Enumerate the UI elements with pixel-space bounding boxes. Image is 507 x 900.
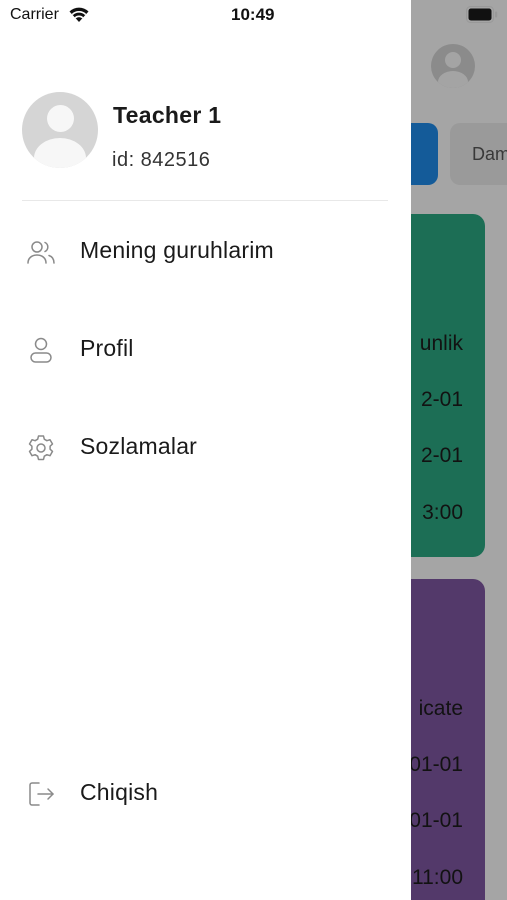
logout-icon: [29, 782, 54, 806]
logout-label: Chiqish: [80, 779, 159, 805]
user-icon: [30, 337, 52, 363]
battery-icon: [466, 6, 498, 23]
users-icon: [27, 241, 55, 264]
avatar-icon: [22, 92, 98, 168]
menu-item-my-groups[interactable]: Mening guruhlarim: [0, 221, 411, 281]
clock: 10:49: [231, 5, 275, 24]
wifi-icon: [69, 7, 89, 22]
navigation-drawer: Teacher 1 id: 842516 Mening guruhlarim P…: [0, 0, 411, 900]
menu-item-profile[interactable]: Profil: [0, 319, 411, 379]
user-id: id: 842516: [112, 149, 211, 171]
status-bar: Carrier 10:49: [0, 0, 507, 32]
menu-label: Sozlamalar: [80, 433, 198, 459]
carrier-label: Carrier: [10, 6, 59, 23]
menu-label: Mening guruhlarim: [80, 237, 274, 263]
gear-icon: [28, 435, 54, 461]
user-name: Teacher 1: [113, 102, 222, 128]
logout-button[interactable]: Chiqish: [0, 763, 411, 823]
menu-item-settings[interactable]: Sozlamalar: [0, 417, 411, 477]
menu-label: Profil: [80, 335, 134, 361]
divider: [22, 200, 388, 201]
screen: Dam unlik 2-01 2-01 3:00 icate 01-01 01-…: [0, 0, 507, 900]
